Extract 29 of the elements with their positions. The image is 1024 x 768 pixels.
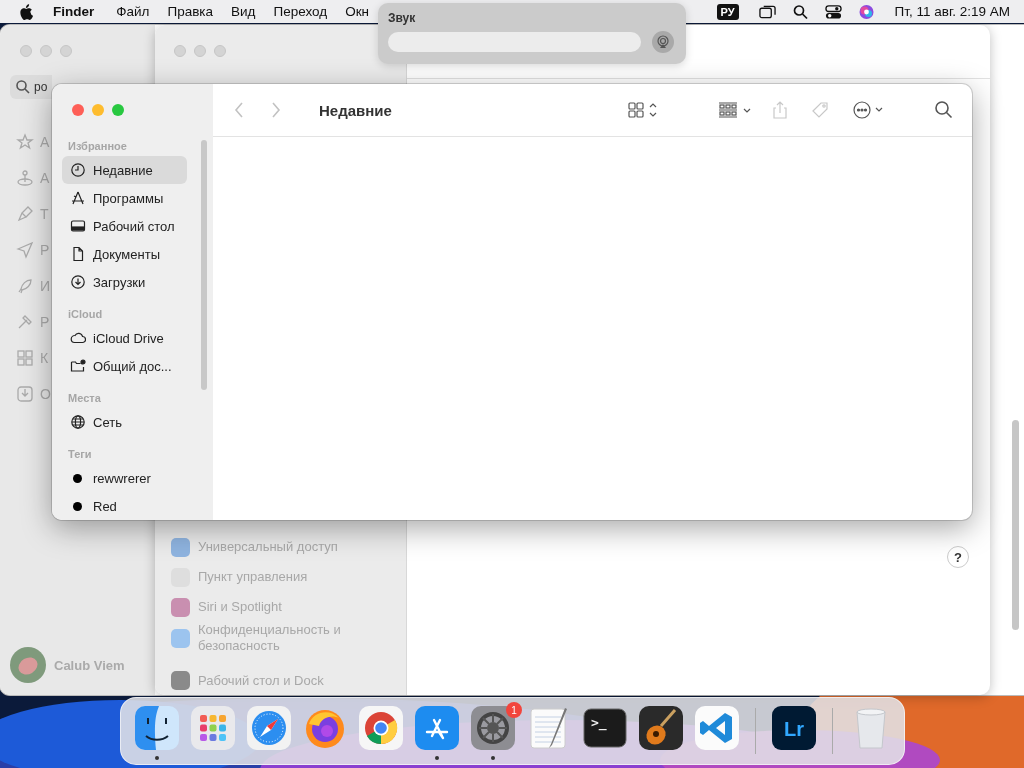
sidebar-item[interactable]: Сеть: [62, 408, 187, 436]
menu-item[interactable]: Вид: [231, 4, 256, 19]
sidebar-item[interactable]: rewwrerer: [62, 464, 187, 492]
sidebar-item[interactable]: Red: [62, 492, 187, 520]
sidebar-item[interactable]: Загрузки: [62, 268, 187, 296]
section-heading: Теги: [67, 447, 93, 462]
window-title: Недавние: [319, 101, 392, 119]
app-label: Lr: [784, 718, 804, 741]
clock[interactable]: Пт, 11 авг. 2:19 AM: [894, 4, 1010, 19]
menu-item[interactable]: Переход: [273, 4, 328, 19]
menu-item[interactable]: Файл: [116, 4, 150, 19]
popup-title: Звук: [388, 11, 417, 25]
sidebar-item[interactable]: Документы: [62, 240, 187, 268]
section-heading: Избранное: [67, 139, 128, 154]
sidebar-item[interactable]: Недавние: [62, 156, 187, 184]
section-heading: iCloud: [67, 307, 104, 322]
help-button[interactable]: ?: [947, 546, 969, 568]
menu-item[interactable]: Правка: [167, 4, 214, 19]
sidebar-item[interactable]: iCloud Drive: [62, 324, 187, 352]
menu-item[interactable]: Окн: [345, 4, 369, 19]
sidebar-item[interactable]: Программы: [62, 184, 187, 212]
menu-item[interactable]: Finder: [53, 4, 95, 19]
notification-badge: 1: [506, 702, 522, 718]
section-heading: Места: [67, 391, 102, 406]
sidebar-item[interactable]: Общий дос...: [62, 352, 187, 380]
sidebar-item[interactable]: Рабочий стол: [62, 212, 187, 240]
input-source[interactable]: РУ: [716, 3, 739, 20]
search-field[interactable]: ро: [10, 75, 52, 99]
app-label: >_: [591, 715, 607, 730]
